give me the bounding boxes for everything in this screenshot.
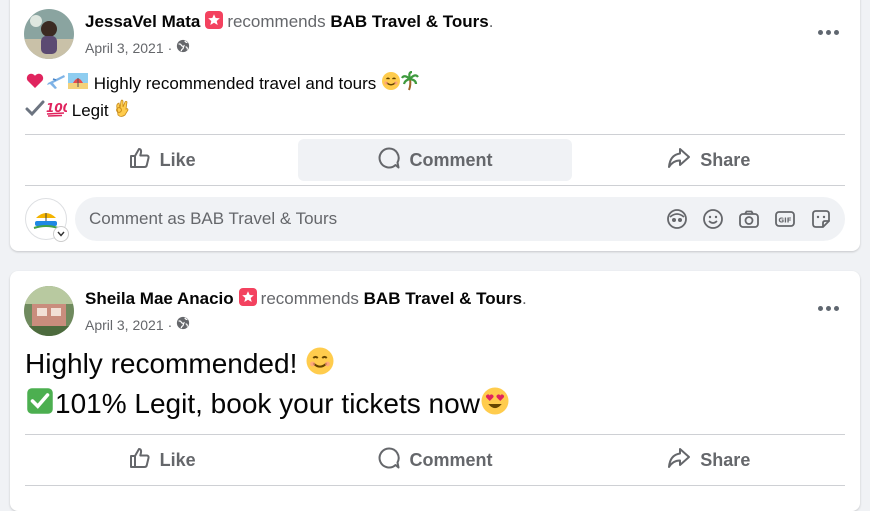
divider: [25, 134, 845, 135]
post-headline: Sheila Mae Anacio recommends BAB Travel &…: [85, 287, 527, 313]
post-line-1-text: Highly recommended!: [25, 348, 298, 379]
smiling-face-icon: [305, 346, 335, 385]
post-actions: Like Comment Share: [25, 439, 845, 481]
comment-button[interactable]: Comment: [298, 139, 572, 181]
post-headline: JessaVel Mata recommends BAB Travel & Tou…: [85, 10, 493, 36]
palm-tree-icon: [401, 70, 419, 98]
more-options-button[interactable]: [810, 14, 846, 50]
green-check-box-icon: [25, 386, 55, 425]
like-label: Like: [159, 449, 196, 470]
author-name[interactable]: Sheila Mae Anacio: [85, 289, 234, 308]
red-heart-icon: [25, 71, 45, 98]
comment-label: Comment: [409, 149, 493, 170]
recommend-star-icon: [204, 10, 224, 36]
post-line-2-text: 101% Legit, book your tickets now: [55, 388, 480, 420]
page-name-link[interactable]: BAB Travel & Tours: [364, 289, 522, 308]
post-line-1: Highly recommended!: [25, 345, 510, 385]
airplane-icon: [45, 71, 67, 98]
divider: [25, 185, 845, 186]
beach-icon: [67, 71, 89, 98]
post-line-1: Highly recommended travel and tours: [25, 70, 419, 98]
post-line-2: 100 Legit: [25, 98, 419, 125]
share-label: Share: [700, 149, 751, 170]
author-name[interactable]: JessaVel Mata: [85, 12, 200, 31]
ok-hand-icon: [113, 98, 131, 125]
post-date[interactable]: April 3, 2021: [85, 317, 164, 333]
comment-button[interactable]: Comment: [298, 439, 571, 481]
camera-icon[interactable]: [737, 207, 761, 231]
like-icon: [128, 446, 152, 475]
post-meta: April 3, 2021 ·: [85, 316, 190, 333]
recommends-label: recommends: [227, 12, 326, 31]
meta-separator: ·: [167, 316, 173, 333]
check-mark-icon: [25, 98, 45, 125]
like-icon: [128, 146, 152, 175]
post-actions: Like Comment Share: [25, 139, 845, 181]
period: .: [488, 12, 494, 31]
share-button[interactable]: Share: [572, 139, 845, 181]
period: .: [522, 289, 527, 308]
comment-tools: GIF: [665, 207, 833, 231]
comment-composer: Comment as BAB Travel & Tours GIF: [25, 197, 845, 242]
post-line-1-text: Highly recommended travel and tours: [93, 73, 377, 93]
like-button[interactable]: Like: [25, 139, 298, 181]
avatar-sticker-icon[interactable]: [665, 207, 689, 231]
share-icon: [666, 146, 692, 175]
globe-icon[interactable]: [176, 316, 190, 333]
chevron-down-icon[interactable]: [53, 226, 69, 242]
share-icon: [666, 446, 692, 475]
like-label: Like: [159, 149, 196, 170]
gif-icon[interactable]: GIF: [773, 207, 797, 231]
post-meta: April 3, 2021 ·: [85, 39, 190, 56]
comment-icon: [377, 446, 401, 475]
comment-label: Comment: [409, 449, 493, 470]
post-body: Highly recommended travel and tours 100 …: [25, 70, 419, 125]
author-avatar[interactable]: [24, 286, 74, 336]
recommends-label: recommends: [260, 289, 359, 308]
page-name-link[interactable]: BAB Travel & Tours: [330, 12, 488, 31]
share-button[interactable]: Share: [572, 439, 845, 481]
recommend-star-icon: [238, 287, 258, 313]
post-body: Highly recommended! 101% Legit, book you…: [25, 345, 510, 425]
comment-placeholder: Comment as BAB Travel & Tours: [89, 209, 338, 228]
divider: [25, 485, 845, 486]
post-line-2: 101% Legit, book your tickets now: [25, 385, 510, 425]
comment-icon: [377, 146, 401, 175]
more-options-button[interactable]: [810, 290, 846, 326]
post-card: JessaVel Mata recommends BAB Travel & Tou…: [10, 0, 860, 251]
svg-text:GIF: GIF: [778, 217, 791, 225]
page-avatar[interactable]: [25, 198, 69, 242]
hundred-points-icon: 100: [45, 98, 71, 125]
emoji-icon[interactable]: [701, 207, 725, 231]
heart-eyes-icon: [480, 386, 510, 425]
post-line-2-text: Legit: [71, 100, 109, 120]
post-date[interactable]: April 3, 2021: [85, 40, 164, 56]
comment-input[interactable]: Comment as BAB Travel & Tours GIF: [75, 197, 845, 241]
like-button[interactable]: Like: [25, 439, 298, 481]
globe-icon[interactable]: [176, 39, 190, 56]
post-card: Sheila Mae Anacio recommends BAB Travel &…: [10, 271, 860, 511]
sticker-icon[interactable]: [809, 207, 833, 231]
author-avatar[interactable]: [24, 9, 74, 59]
share-label: Share: [700, 449, 751, 470]
smiling-face-icon: [381, 71, 401, 98]
divider: [25, 434, 845, 435]
meta-separator: ·: [167, 39, 173, 56]
